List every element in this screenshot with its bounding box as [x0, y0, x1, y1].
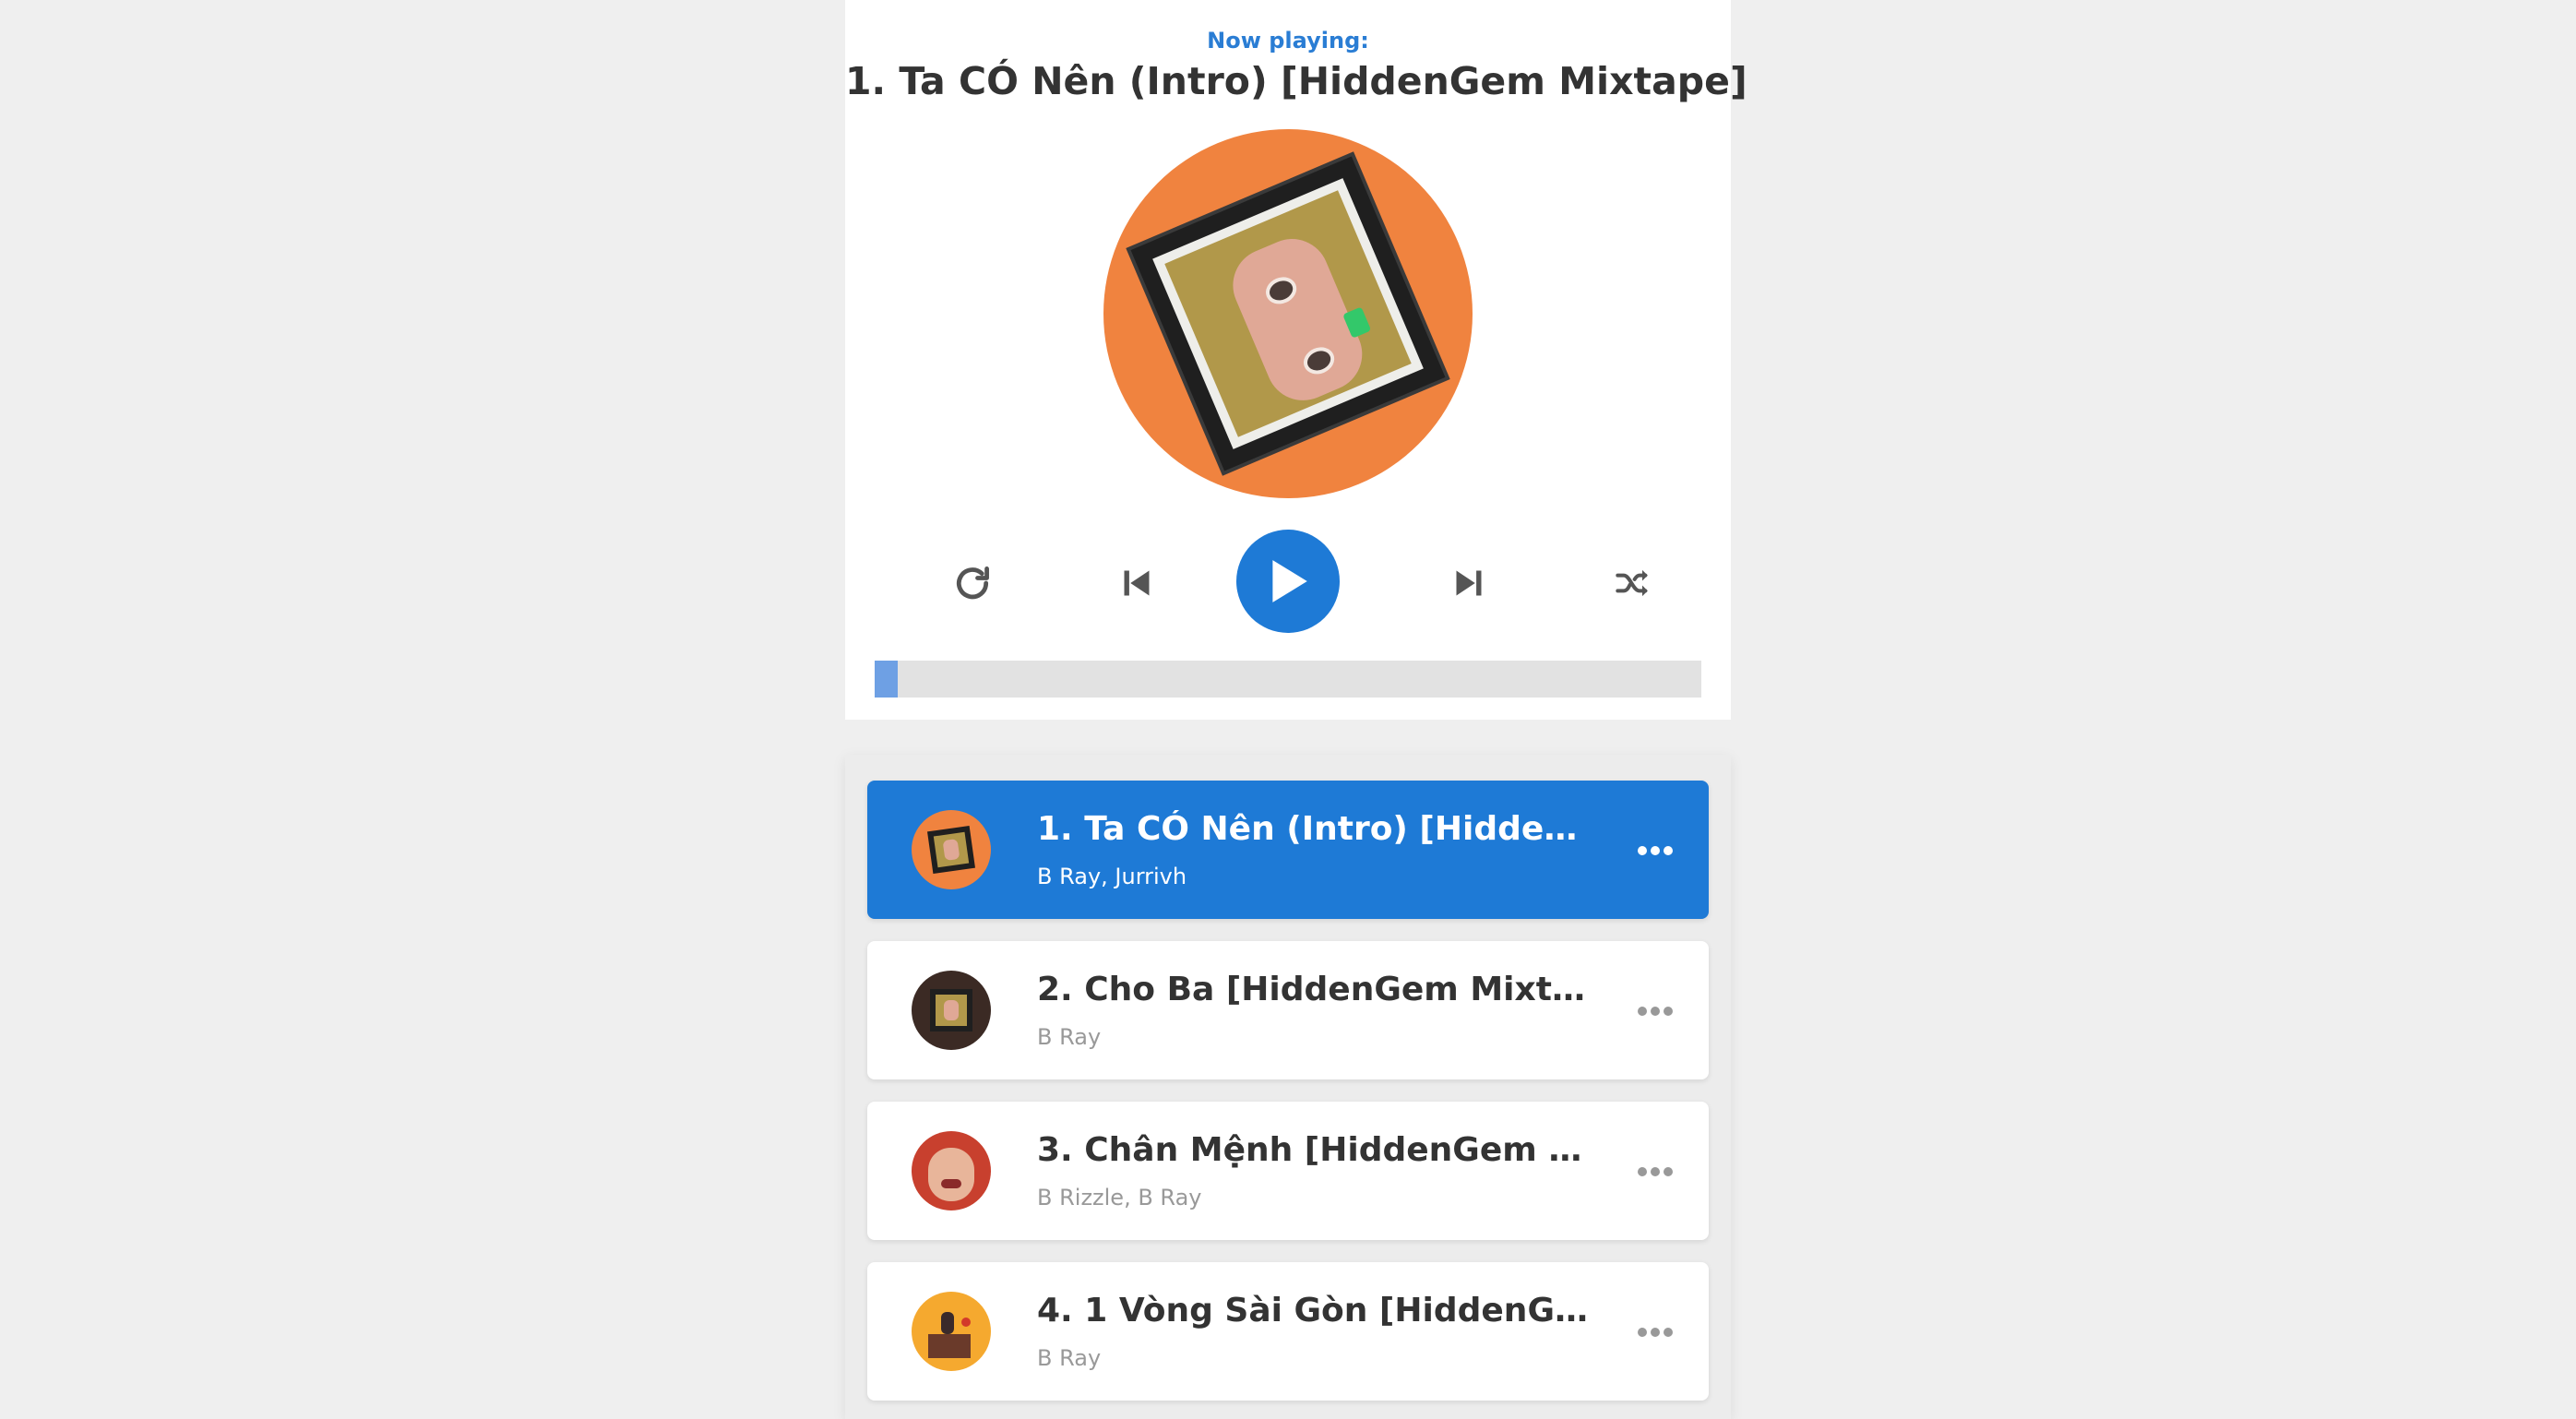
song-thumbnail [912, 1292, 991, 1371]
song-item[interactable]: 3. Chân Mệnh [HiddenGem Mixtape] B Rizzl… [867, 1102, 1709, 1240]
shuffle-icon [1616, 569, 1648, 597]
repeat-button[interactable] [943, 554, 1002, 613]
more-horizontal-icon [1638, 1007, 1673, 1016]
song-artist: B Ray, Jurrivh [1037, 864, 1187, 889]
next-button[interactable] [1439, 554, 1498, 613]
progress-fill [875, 661, 899, 698]
player-dashboard: Now playing: 1. Ta CÓ Nên (Intro) [Hidde… [845, 0, 1747, 720]
more-horizontal-icon [1638, 1167, 1673, 1176]
shuffle-button[interactable] [1604, 554, 1663, 613]
song-item[interactable]: 4. 1 Vòng Sài Gòn [HiddenGem Mixtape] B … [867, 1262, 1709, 1401]
progress-bar[interactable] [875, 661, 1701, 698]
more-options-button[interactable] [1628, 993, 1683, 1030]
more-horizontal-icon [1638, 846, 1673, 855]
skip-next-icon [1456, 570, 1482, 596]
now-playing-label: Now playing: [1207, 28, 1369, 54]
song-thumbnail [912, 810, 991, 889]
song-thumbnail [912, 971, 991, 1050]
previous-button[interactable] [1107, 554, 1166, 613]
more-options-button[interactable] [1628, 832, 1683, 869]
current-track-title: 1. Ta CÓ Nên (Intro) [HiddenGem Mixtape] [845, 59, 1747, 103]
album-art-cd [1103, 129, 1473, 498]
more-options-button[interactable] [1628, 1314, 1683, 1351]
repeat-icon [956, 566, 989, 600]
song-item[interactable]: 2. Cho Ba [HiddenGem Mixtape] B Ray [867, 941, 1709, 1079]
album-cover-image [1130, 156, 1446, 471]
song-artist: B Ray [1037, 1024, 1102, 1050]
more-horizontal-icon [1638, 1328, 1673, 1337]
playlist: 1. Ta CÓ Nên (Intro) [HiddenGem Mixtape]… [845, 755, 1731, 1419]
song-title: 4. 1 Vòng Sài Gòn [HiddenGem Mixtape] [1037, 1292, 1600, 1330]
song-thumbnail [912, 1131, 991, 1210]
skip-previous-icon [1124, 570, 1150, 596]
player-controls [845, 526, 1731, 637]
play-icon [1272, 560, 1307, 602]
more-options-button[interactable] [1628, 1153, 1683, 1190]
song-title: 2. Cho Ba [HiddenGem Mixtape] [1037, 971, 1600, 1008]
song-title: 3. Chân Mệnh [HiddenGem Mixtape] [1037, 1131, 1600, 1169]
song-artist: B Ray [1037, 1345, 1102, 1371]
song-title: 1. Ta CÓ Nên (Intro) [HiddenGem Mixtape] [1037, 810, 1600, 848]
song-item[interactable]: 1. Ta CÓ Nên (Intro) [HiddenGem Mixtape]… [867, 781, 1709, 919]
play-button[interactable] [1236, 530, 1340, 633]
song-artist: B Rizzle, B Ray [1037, 1185, 1202, 1210]
